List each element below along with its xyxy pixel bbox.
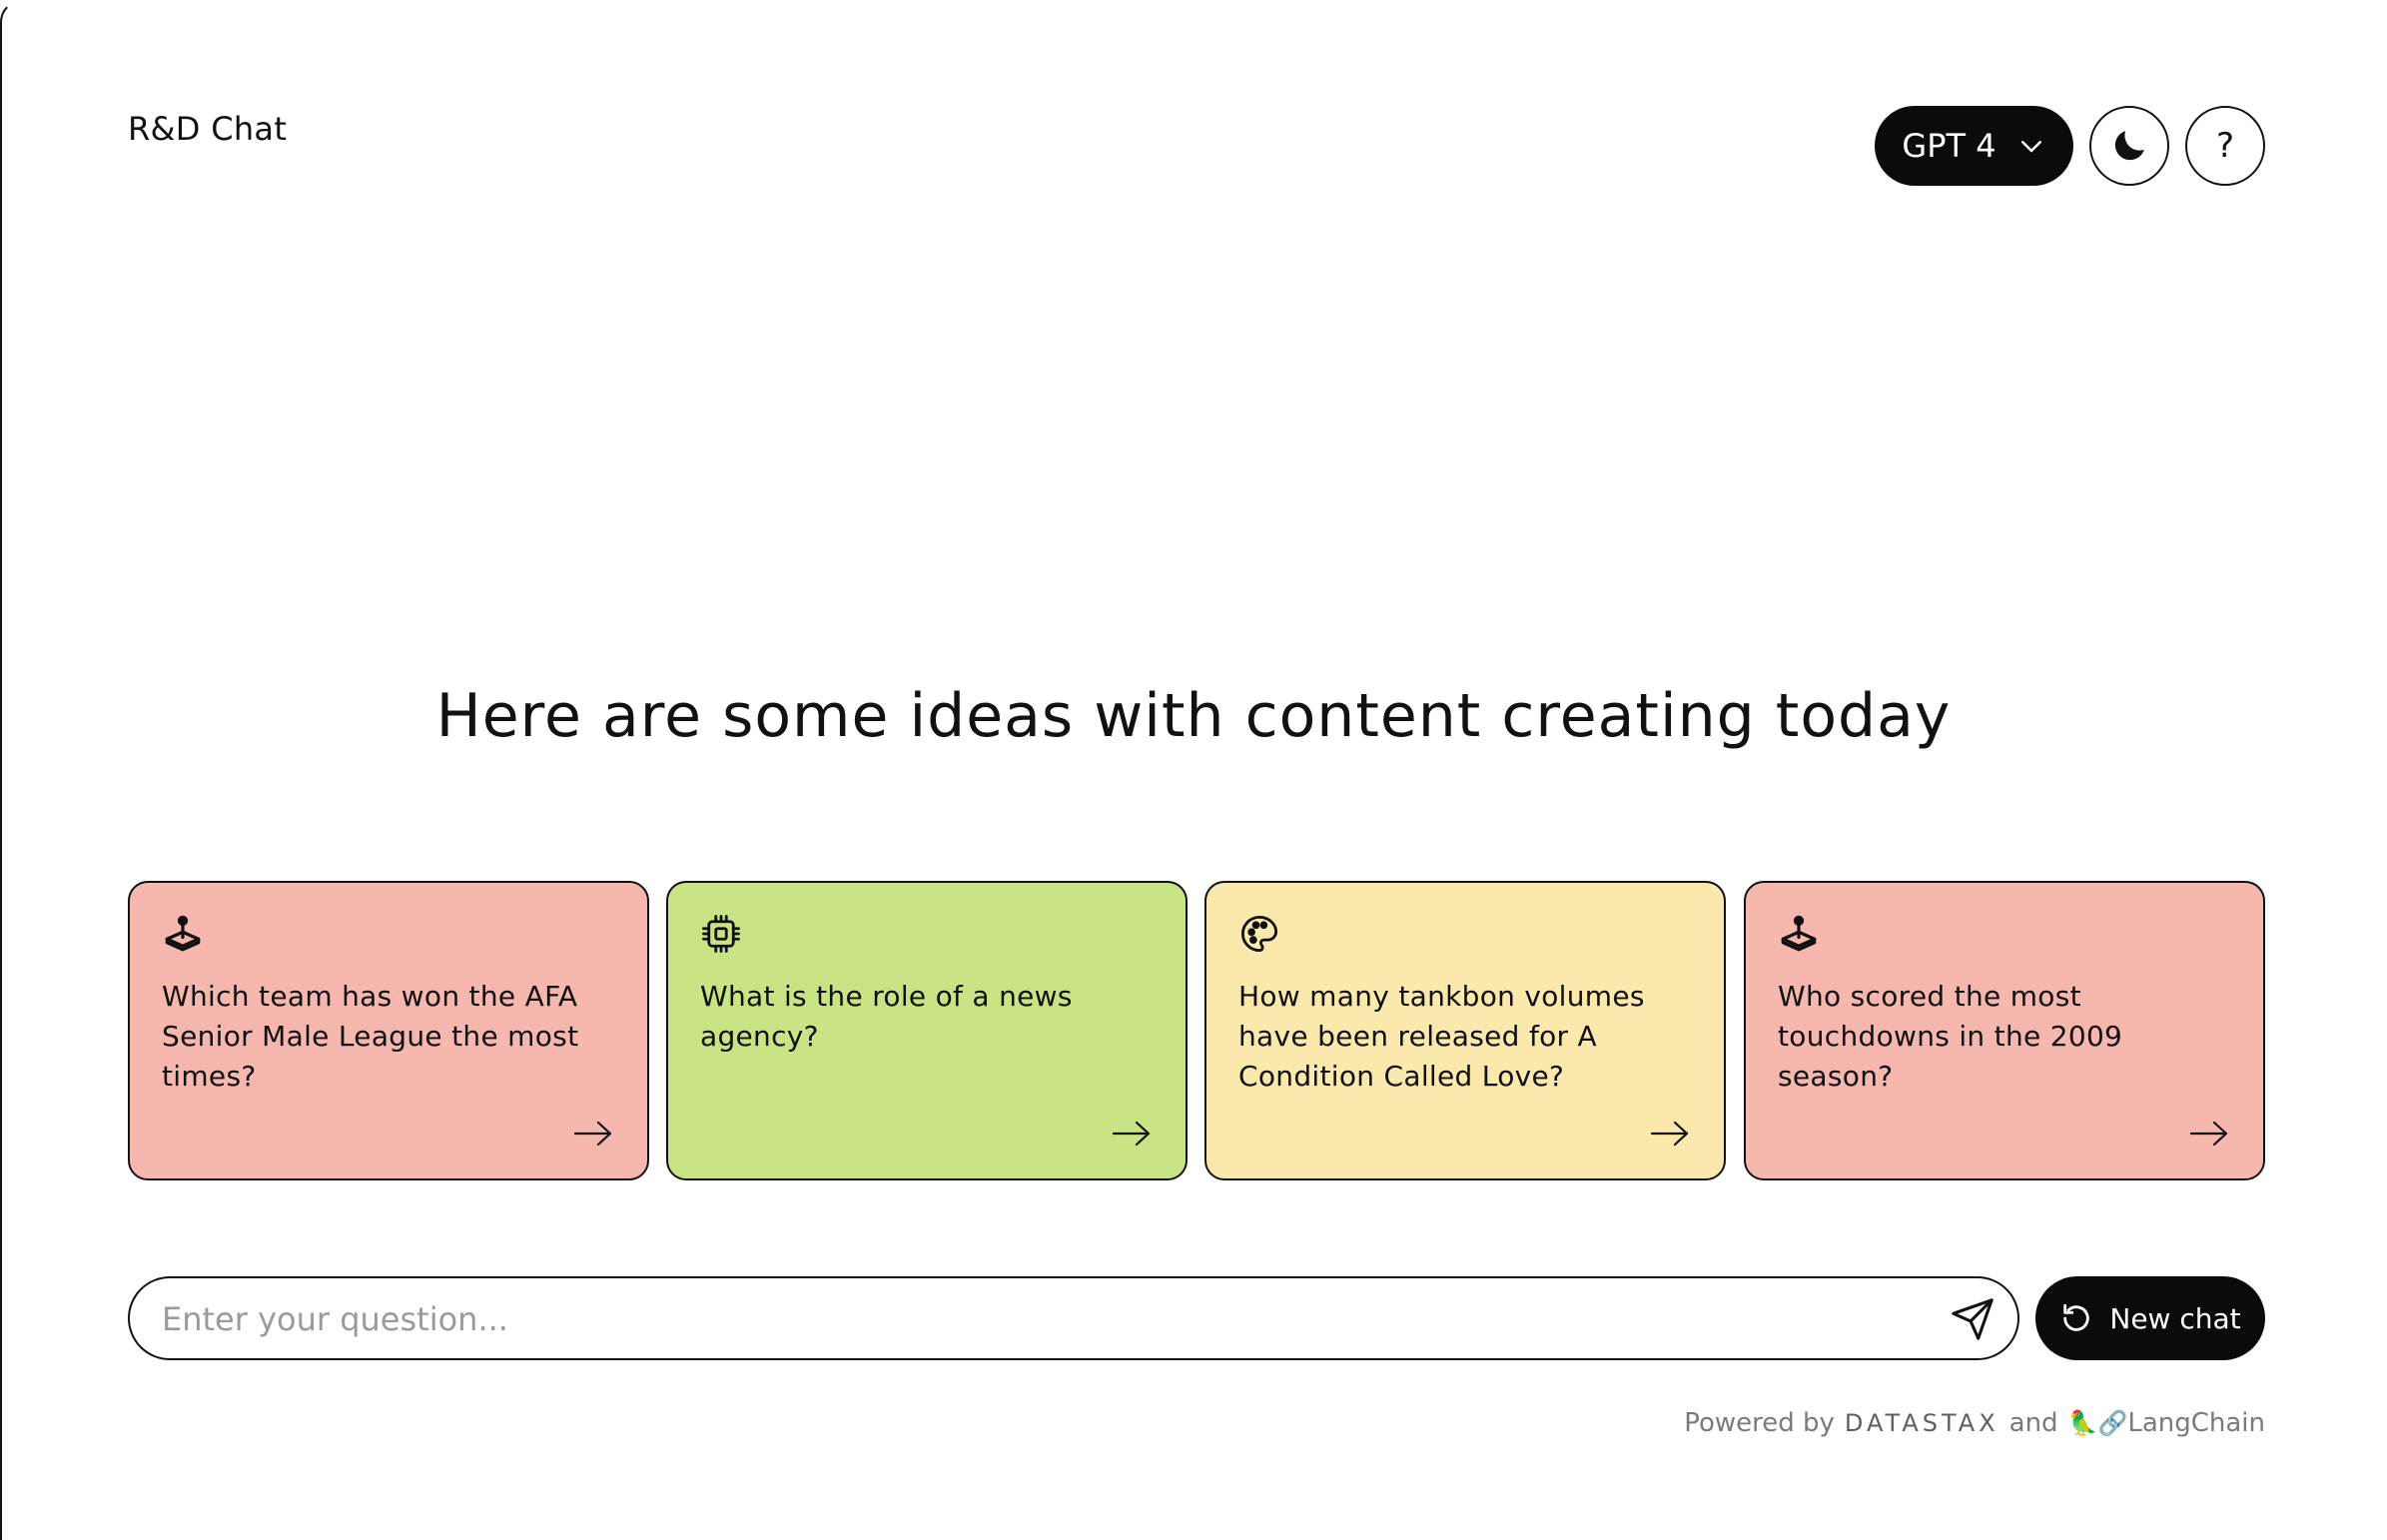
moon-icon [2114,131,2144,161]
arrow-right-icon [2189,1121,2228,1147]
help-label: ? [2215,126,2235,166]
and-text: and [2008,1408,2058,1438]
refresh-icon [2063,1303,2090,1331]
suggestion-text: How many tankbon volumes have been relea… [1238,980,1645,1093]
suggestion-card[interactable]: Who scored the most touchdowns in the 20… [1744,881,2265,1180]
help-button[interactable]: ? [2185,106,2265,186]
suggestion-text: Which team has won the AFA Senior Male L… [162,980,579,1093]
joystick-icon [165,915,201,952]
new-chat-label: New chat [2109,1301,2241,1335]
chevron-down-icon [2020,141,2041,153]
suggestion-cards: Which team has won the AFA Senior Male L… [128,881,2265,1180]
palette-icon [1240,915,1278,953]
powered-by-text: Powered by [1684,1408,1835,1438]
model-select-button[interactable]: GPT 4 [1875,106,2073,186]
theme-toggle-button[interactable] [2089,106,2169,186]
arrow-right-icon [1112,1121,1151,1147]
suggestion-card[interactable]: How many tankbon volumes have been relea… [1204,881,1726,1180]
page-headline: Here are some ideas with content creatin… [435,681,1952,751]
app-title: R&D Chat [128,110,288,148]
chip-icon [702,915,740,953]
question-input[interactable] [160,1278,1932,1360]
model-label: GPT 4 [1902,127,1996,165]
question-input-box [128,1276,2019,1360]
new-chat-button[interactable]: New chat [2035,1276,2265,1360]
send-icon[interactable] [1950,1296,1995,1342]
datastax-logo[interactable]: DATASTAX [1845,1409,1999,1437]
suggestion-card[interactable]: Which team has won the AFA Senior Male L… [128,881,649,1180]
arrow-right-icon [1650,1121,1689,1147]
footer-credits: Powered by DATASTAX and 🦜🔗LangChain [1684,1408,2265,1438]
suggestion-text: Who scored the most touchdowns in the 20… [1778,980,2123,1093]
langchain-text: LangChain [2127,1408,2265,1438]
joystick-icon [1781,915,1817,952]
parrot-link-icon: 🦜🔗 [2067,1409,2128,1437]
suggestion-card[interactable]: What is the role of a news agency? [666,881,1188,1180]
suggestion-text: What is the role of a news agency? [700,980,1073,1053]
arrow-right-icon [573,1121,612,1147]
langchain-logo[interactable]: 🦜🔗LangChain [2068,1408,2265,1438]
